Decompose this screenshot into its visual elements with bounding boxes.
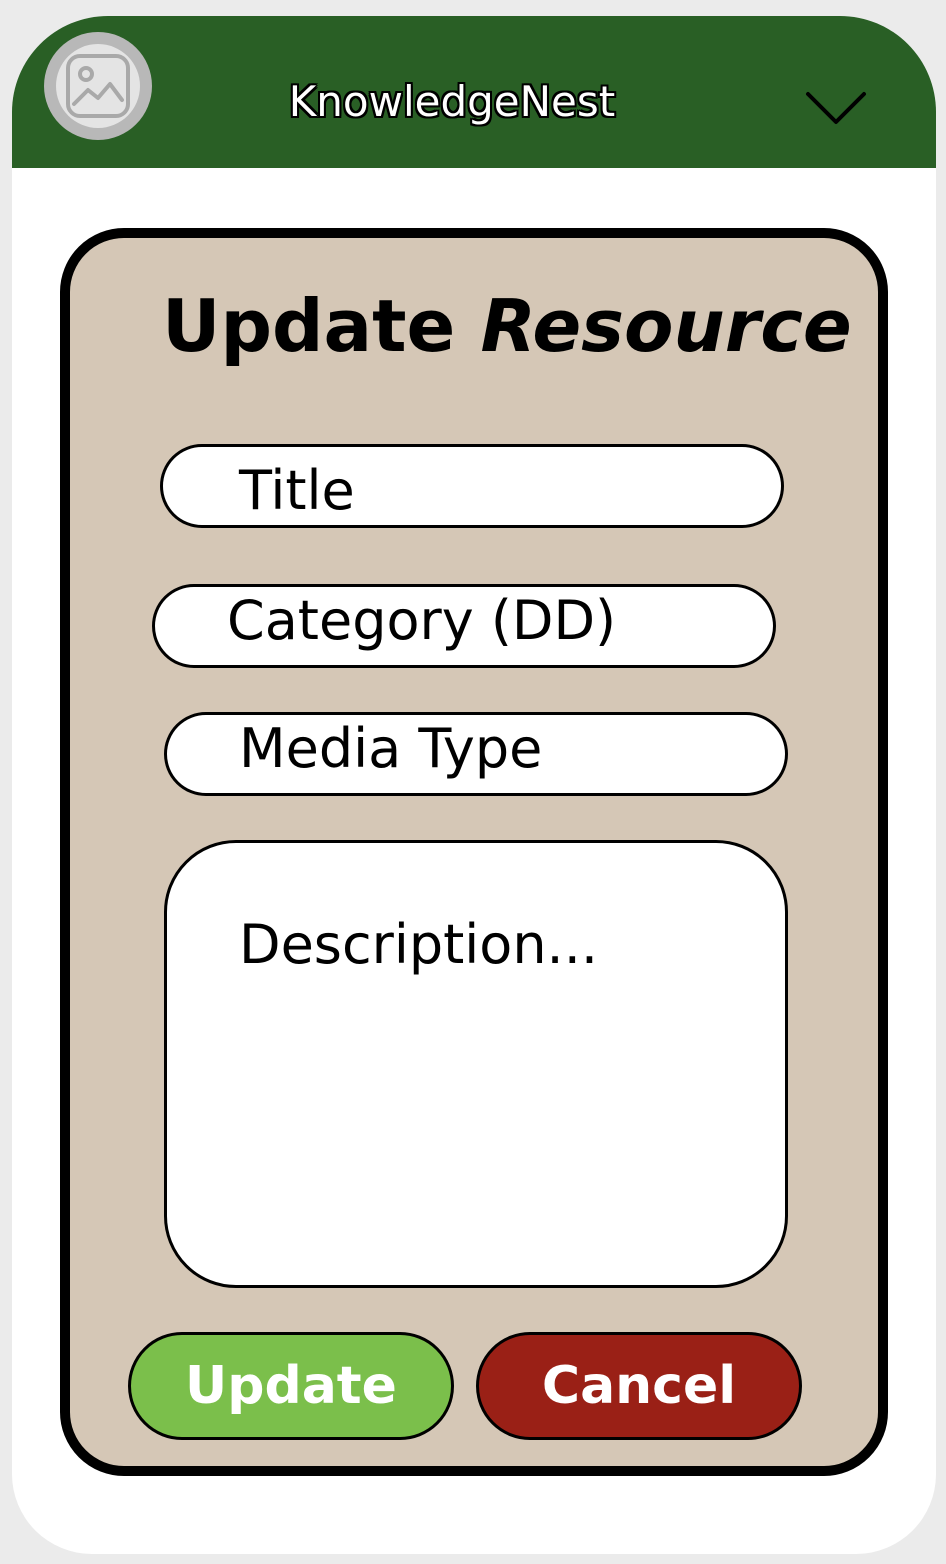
- app-title: KnowledgeNest: [288, 77, 616, 126]
- media-type-input[interactable]: Media Type: [164, 712, 788, 796]
- description-textarea[interactable]: Description...: [164, 840, 788, 1288]
- page-title-emphasis: Resource: [480, 284, 852, 368]
- title-input[interactable]: Title: [160, 444, 784, 528]
- menu-dropdown-button[interactable]: [800, 78, 872, 138]
- page-title: Update Resource: [162, 284, 882, 368]
- description-placeholder: Description...: [239, 913, 599, 976]
- app-screen: KnowledgeNest Update Resource Title Cate…: [12, 16, 936, 1554]
- title-input-placeholder: Title: [239, 458, 355, 522]
- update-button[interactable]: Update: [128, 1332, 454, 1440]
- category-dropdown[interactable]: Category (DD): [152, 584, 776, 668]
- cancel-button[interactable]: Cancel: [476, 1332, 802, 1440]
- page-title-plain: Update: [162, 284, 456, 368]
- update-button-label: Update: [185, 1356, 397, 1416]
- media-type-placeholder: Media Type: [239, 716, 543, 780]
- chevron-down-icon: [806, 92, 866, 124]
- cancel-button-label: Cancel: [541, 1356, 737, 1416]
- app-header: KnowledgeNest: [12, 16, 936, 168]
- category-dropdown-placeholder: Category (DD): [227, 588, 617, 652]
